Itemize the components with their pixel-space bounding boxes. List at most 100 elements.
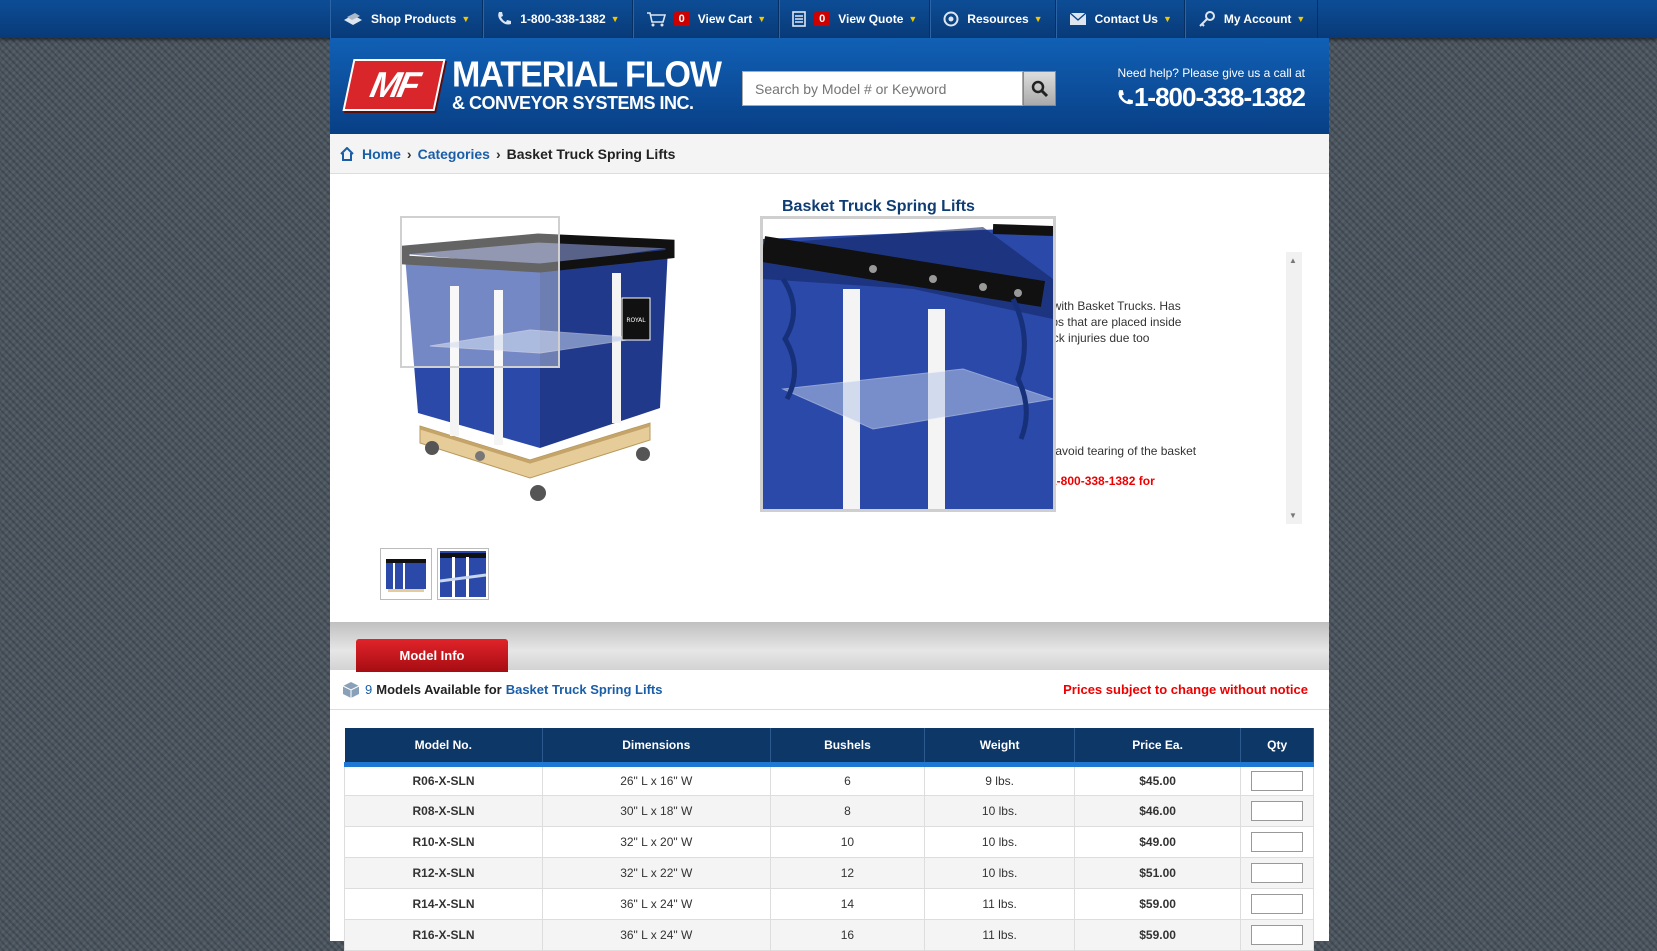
nav-resources-label: Resources: [967, 12, 1029, 26]
col-weight[interactable]: Weight: [924, 728, 1075, 767]
nav-shop-label: Shop Products: [371, 12, 457, 26]
cell-dimensions: 30" L x 18" W: [542, 794, 771, 827]
breadcrumb-home[interactable]: Home: [362, 146, 401, 162]
qty-input[interactable]: [1251, 893, 1304, 914]
site-logo[interactable]: MF MATERIAL FLOW & CONVEYOR SYSTEMS INC.: [342, 55, 722, 113]
table-row: R16-X-SLN 36" L x 24" W 16 11 lbs. $59.0…: [344, 918, 1314, 951]
chevron-right-icon: ›: [406, 145, 412, 162]
thumbnail-1[interactable]: [380, 548, 432, 600]
nav-quote-label: View Quote: [838, 12, 904, 26]
cell-qty: [1240, 763, 1314, 796]
cell-qty: [1240, 856, 1314, 889]
cell-bushels: 8: [769, 794, 926, 827]
top-navigation-bar: Shop Products ▼ 1-800-338-1382 ▼ 0 View Ca…: [0, 0, 1657, 38]
col-model[interactable]: Model No.: [344, 728, 543, 767]
nav-view-cart[interactable]: 0 View Cart ▼: [632, 0, 780, 38]
nav-phone[interactable]: 1-800-338-1382 ▼: [483, 0, 633, 38]
cell-bushels: 12: [769, 856, 926, 889]
table-row: R14-X-SLN 36" L x 24" W 14 11 lbs. $59.0…: [344, 887, 1314, 920]
table-header-row: Model No. Dimensions Bushels Weight Pric…: [344, 728, 1314, 767]
models-count: 9: [365, 682, 373, 697]
description-scrollbar[interactable]: ▲ ▼: [1286, 252, 1302, 524]
col-qty: Qty: [1240, 728, 1314, 767]
qty-input[interactable]: [1251, 831, 1304, 852]
nav-view-quote[interactable]: 0 View Quote ▼: [779, 0, 931, 38]
cell-model[interactable]: R14-X-SLN: [344, 887, 543, 920]
product-title: Basket Truck Spring Lifts: [782, 198, 975, 215]
qty-input[interactable]: [1251, 924, 1304, 945]
document-icon: [792, 11, 806, 27]
breadcrumb-current: Basket Truck Spring Lifts: [506, 145, 676, 162]
cell-weight: 10 lbs.: [924, 856, 1075, 889]
qty-input[interactable]: [1251, 800, 1304, 821]
nav-phone-label: 1-800-338-1382: [520, 12, 606, 26]
royal-label: ROYAL: [626, 317, 646, 324]
cell-bushels: 6: [769, 763, 926, 796]
models-category-link[interactable]: Basket Truck Spring Lifts: [506, 682, 663, 697]
cell-weight: 11 lbs.: [924, 918, 1075, 951]
help-block: Need help? Please give us a call at 1-80…: [1116, 66, 1306, 113]
nav-contact-us[interactable]: Contact Us ▼: [1055, 0, 1185, 38]
logo-mark: MF: [342, 59, 446, 111]
cart-count-badge: 0: [673, 12, 690, 26]
breadcrumb-categories[interactable]: Categories: [418, 146, 490, 162]
price-notice: Prices subject to change without notice: [1063, 682, 1308, 697]
nav-contact-label: Contact Us: [1094, 12, 1158, 26]
qty-input[interactable]: [1251, 770, 1304, 791]
cell-bushels: 10: [769, 825, 926, 858]
gear-icon: [943, 11, 959, 27]
help-phone[interactable]: 1-800-338-1382: [1116, 82, 1306, 113]
cell-model[interactable]: R12-X-SLN: [344, 856, 543, 889]
cell-dimensions: 36" L x 24" W: [542, 918, 771, 951]
cell-model[interactable]: R08-X-SLN: [344, 794, 543, 827]
search-input[interactable]: [742, 71, 1024, 106]
box-icon: [342, 681, 360, 698]
help-text: Need help? Please give us a call at: [1117, 66, 1305, 80]
nav-my-account[interactable]: My Account ▼: [1184, 0, 1319, 38]
nav-resources[interactable]: Resources ▼: [930, 0, 1056, 38]
cell-weight: 10 lbs.: [924, 825, 1075, 858]
col-price[interactable]: Price Ea.: [1074, 728, 1242, 767]
tab-model-info[interactable]: Model Info: [356, 639, 508, 672]
cell-model[interactable]: R06-X-SLN: [344, 763, 543, 796]
cell-qty: [1240, 887, 1314, 920]
chevron-down-icon: ▼: [1296, 14, 1306, 24]
scroll-up-icon[interactable]: ▲: [1289, 256, 1297, 265]
phone-icon: [498, 12, 512, 25]
cell-price: $45.00: [1073, 763, 1242, 796]
col-bushels[interactable]: Bushels: [770, 728, 926, 767]
cell-qty: [1240, 825, 1314, 858]
nav-account-label: My Account: [1223, 12, 1292, 26]
quote-count-badge: 0: [814, 12, 831, 26]
cell-qty: [1240, 918, 1314, 951]
envelope-icon: [1069, 12, 1087, 25]
boxes-icon: [344, 13, 362, 25]
col-dimensions[interactable]: Dimensions: [542, 728, 771, 767]
phone-icon: [1118, 89, 1133, 104]
page-container: MF MATERIAL FLOW & CONVEYOR SYSTEMS INC.…: [330, 38, 1329, 951]
thumbnail-2[interactable]: [437, 548, 489, 600]
zoomed-product-image: [763, 219, 1053, 509]
scroll-down-icon[interactable]: ▼: [1289, 511, 1297, 520]
breadcrumb: Home › Categories › Basket Truck Spring …: [330, 134, 1329, 174]
zoom-preview: [760, 216, 1056, 512]
models-table: Model No. Dimensions Bushels Weight Pric…: [344, 728, 1314, 951]
cell-model[interactable]: R10-X-SLN: [344, 825, 543, 858]
search-button[interactable]: [1023, 71, 1056, 106]
zoom-lens[interactable]: [400, 216, 560, 368]
cell-price: $49.00: [1073, 825, 1242, 858]
qty-input[interactable]: [1251, 862, 1304, 883]
thumbnail-strip: [380, 548, 489, 600]
chevron-down-icon: ▼: [1033, 14, 1043, 24]
logo-line-1: MATERIAL FLOW: [452, 55, 722, 95]
search-icon: [1031, 80, 1048, 97]
chevron-right-icon: ›: [495, 145, 501, 162]
cell-model[interactable]: R16-X-SLN: [344, 918, 543, 951]
logo-line-2: & CONVEYOR SYSTEMS INC.: [452, 93, 694, 113]
site-header: MF MATERIAL FLOW & CONVEYOR SYSTEMS INC.…: [330, 38, 1329, 134]
nav-shop-products[interactable]: Shop Products ▼: [330, 0, 484, 38]
chevron-down-icon: ▼: [757, 14, 767, 24]
models-summary: 9 Models Available for Basket Truck Spri…: [330, 670, 1329, 710]
cell-dimensions: 32" L x 20" W: [542, 825, 771, 858]
cell-price: $59.00: [1073, 887, 1242, 920]
